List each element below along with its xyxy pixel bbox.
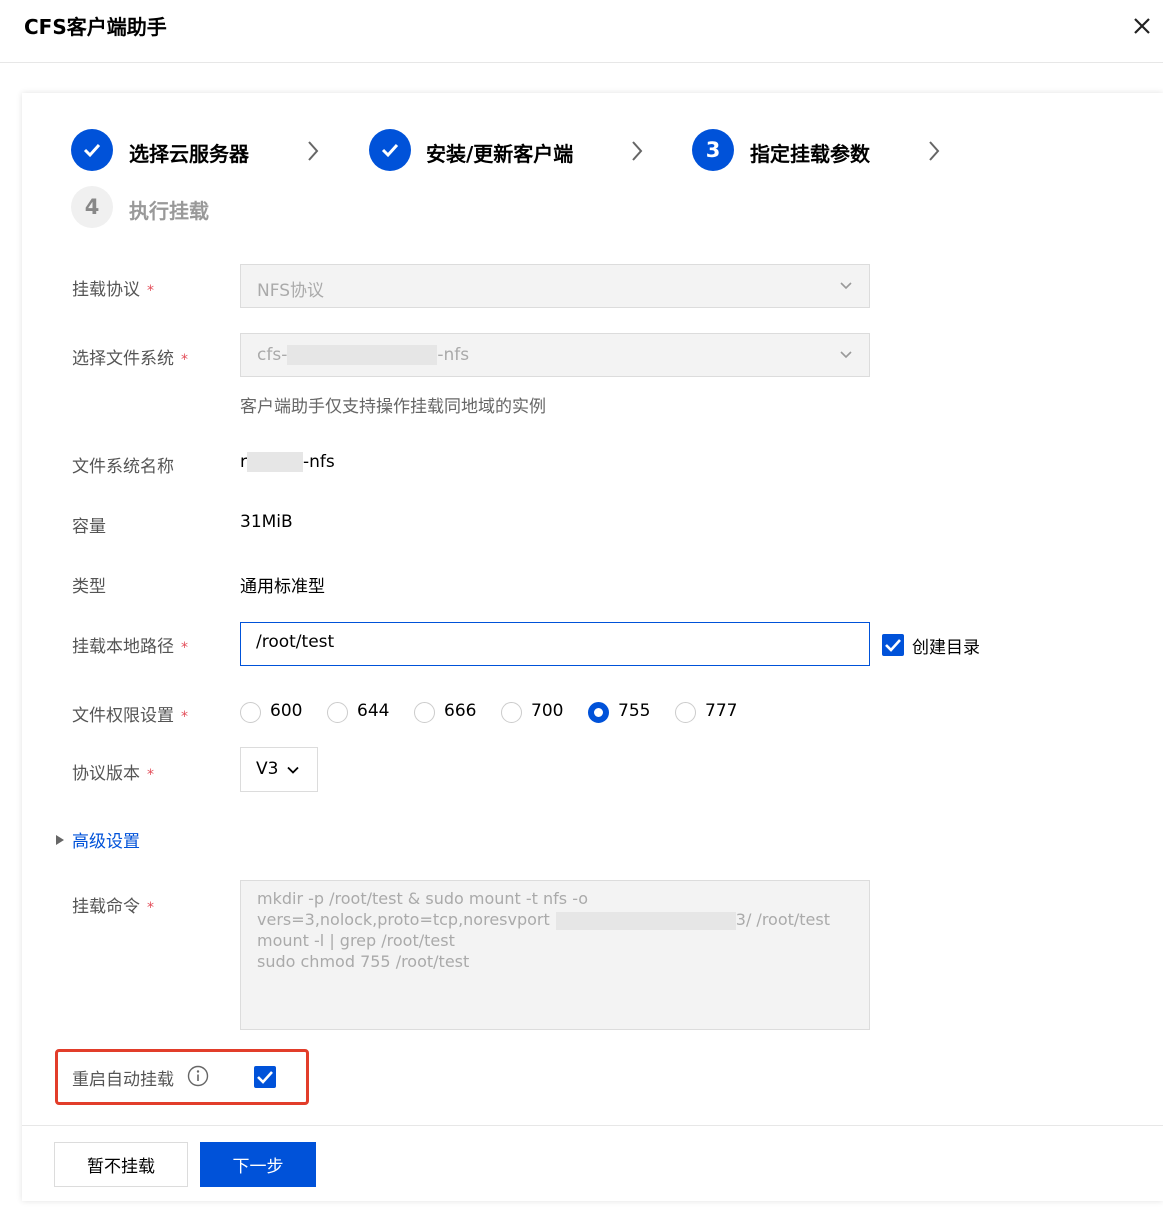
chevron-right-icon (308, 141, 319, 161)
version-select[interactable]: V3 (240, 747, 318, 792)
chevron-right-icon (632, 141, 643, 161)
radio-644[interactable] (327, 702, 348, 723)
caret-right-icon[interactable] (55, 834, 65, 846)
step-4-number: 4 (71, 186, 113, 228)
step-4-label: 执行挂载 (129, 199, 209, 223)
radio-777[interactable] (675, 702, 696, 723)
radio-600-label: 600 (270, 701, 303, 721)
command-line-2: vers=3,nolock,proto=tcp,noresvport 3/ /ro… (257, 910, 831, 930)
radio-777-label: 777 (705, 701, 738, 721)
local-path-label: 挂载本地路径 * (72, 637, 188, 657)
fs-name-label: 文件系统名称 (72, 457, 174, 477)
type-label: 类型 (72, 577, 106, 597)
chevron-down-icon (287, 766, 299, 774)
chevron-down-icon (840, 282, 852, 290)
command-label: 挂载命令 * (72, 897, 154, 917)
auto-mount-checkbox[interactable] (254, 1066, 276, 1088)
radio-666-label: 666 (444, 701, 477, 721)
filesystem-value: cfs- -nfs (257, 345, 470, 365)
dialog-header: CFS客户端助手 (0, 0, 1163, 63)
chevron-down-icon (840, 351, 852, 359)
filesystem-label: 选择文件系统 * (72, 349, 188, 369)
radio-700[interactable] (501, 702, 522, 723)
step-3-label: 指定挂载参数 (750, 142, 870, 166)
create-dir-checkbox[interactable] (882, 634, 904, 656)
close-icon[interactable] (1128, 12, 1156, 40)
info-icon[interactable] (187, 1065, 209, 1087)
radio-700-label: 700 (531, 701, 564, 721)
local-path-input[interactable] (256, 632, 846, 652)
radio-644-label: 644 (357, 701, 390, 721)
step-1-check-icon (71, 129, 113, 171)
radio-755[interactable] (588, 702, 609, 723)
filesystem-hint: 客户端助手仅支持操作挂载同地域的实例 (240, 397, 546, 417)
radio-755-label: 755 (618, 701, 651, 721)
capacity-value: 31MiB (240, 512, 293, 532)
advanced-settings-link[interactable]: 高级设置 (72, 827, 140, 852)
chevron-right-icon (929, 141, 940, 161)
skip-mount-button[interactable]: 暂不挂载 (54, 1142, 188, 1187)
capacity-label: 容量 (72, 517, 106, 537)
version-label: 协议版本 * (72, 764, 154, 784)
create-dir-label: 创建目录 (912, 638, 980, 658)
command-line-4: sudo chmod 755 /root/test (257, 952, 470, 971)
permission-label: 文件权限设置 * (72, 706, 188, 726)
type-value: 通用标准型 (240, 577, 325, 597)
radio-600[interactable] (240, 702, 261, 723)
filesystem-select[interactable]: cfs- -nfs (240, 333, 870, 377)
footer-divider (22, 1125, 1163, 1126)
check-icon (257, 1071, 273, 1084)
protocol-label: 挂载协议 * (72, 280, 154, 300)
command-line-3: mount -l | grep /root/test (257, 931, 455, 950)
step-2-label: 安装/更新客户端 (426, 142, 574, 166)
local-path-field[interactable] (240, 622, 870, 666)
step-3-number: 3 (692, 129, 734, 171)
version-value: V3 (256, 759, 279, 779)
step-1-label: 选择云服务器 (129, 142, 249, 166)
auto-mount-label: 重启自动挂载 (72, 1070, 174, 1090)
command-line-1: mkdir -p /root/test & sudo mount -t nfs … (257, 889, 589, 908)
protocol-select[interactable]: NFS协议 (240, 264, 870, 308)
check-icon (885, 639, 901, 652)
fs-name-value: r -nfs (240, 452, 335, 472)
command-textarea[interactable]: mkdir -p /root/test & sudo mount -t nfs … (240, 880, 870, 1030)
step-2-check-icon (369, 129, 411, 171)
radio-666[interactable] (414, 702, 435, 723)
protocol-value: NFS协议 (257, 281, 324, 301)
next-step-button[interactable]: 下一步 (200, 1142, 316, 1187)
dialog-title: CFS客户端助手 (24, 15, 167, 39)
